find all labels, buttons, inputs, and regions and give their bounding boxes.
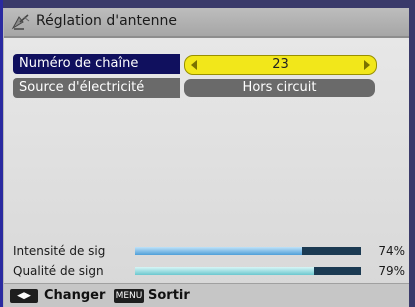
power-source-value[interactable]: Hors circuit	[184, 79, 375, 97]
signal-quality-track	[135, 267, 361, 275]
help-bar: ◀▶ Changer MENU Sortir	[4, 283, 409, 307]
tv-osd-screen: Réglation d'antenne Numéro de chaîne 23 …	[0, 0, 415, 307]
signal-quality-bar	[135, 267, 314, 275]
satellite-dish-icon	[11, 14, 30, 30]
signal-strength-bar	[135, 247, 303, 255]
signal-strength-percent: 74%	[378, 244, 405, 258]
signal-strength-meter: Intensité de sig 74%	[13, 243, 409, 259]
title-bar: Réglation d'antenne	[4, 8, 409, 38]
signal-quality-percent: 79%	[378, 264, 405, 278]
signal-quality-meter: Qualité de sign 79%	[13, 263, 409, 279]
help-change-label: Changer	[44, 288, 106, 303]
arrow-left-icon[interactable]	[191, 60, 197, 70]
left-right-keys-icon: ◀▶	[10, 289, 38, 303]
menu-item-label: Source d'électricité	[13, 78, 180, 98]
page-title: Réglation d'antenne	[36, 13, 177, 29]
help-exit-label: Sortir	[148, 288, 190, 303]
signal-strength-label: Intensité de sig	[13, 244, 106, 258]
menu-item-channel-number[interactable]: Numéro de chaîne 23	[13, 54, 379, 75]
signal-strength-track	[135, 247, 361, 255]
menu-item-power-source[interactable]: Source d'électricité Hors circuit	[13, 78, 379, 98]
channel-number-selector[interactable]: 23	[184, 55, 377, 75]
signal-quality-label: Qualité de sign	[13, 264, 104, 278]
menu-item-label: Numéro de chaîne	[13, 54, 180, 74]
arrow-right-icon[interactable]	[364, 60, 370, 70]
channel-number-value: 23	[272, 57, 289, 72]
antenna-setup-panel: Réglation d'antenne Numéro de chaîne 23 …	[3, 8, 409, 307]
menu-key-icon: MENU	[114, 289, 144, 303]
